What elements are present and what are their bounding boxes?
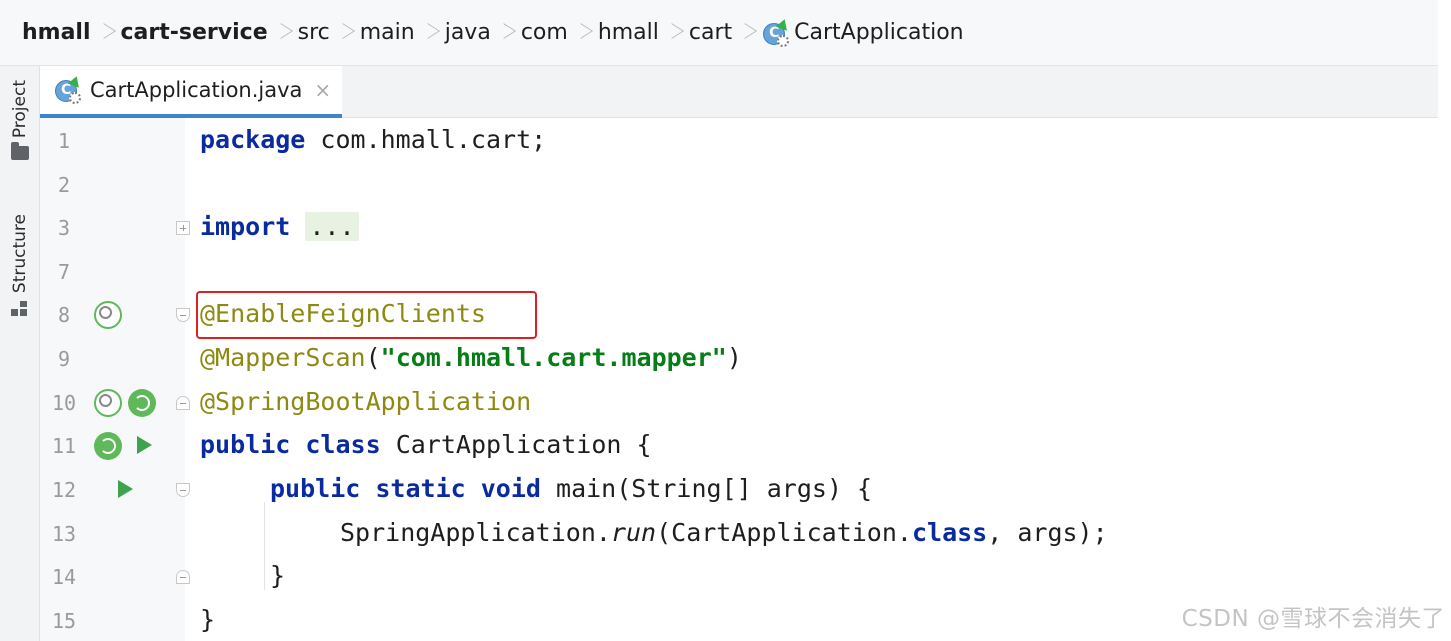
structure-tool-button[interactable]: Structure — [5, 214, 35, 317]
breadcrumb-separator-icon — [740, 19, 750, 47]
breadcrumb-item-hmall[interactable]: hmall — [22, 20, 91, 45]
code-line: 14 } — [40, 556, 1438, 600]
run-icon[interactable] — [137, 436, 152, 454]
folder-icon — [11, 142, 29, 161]
spring-bean-icon[interactable] — [94, 389, 122, 417]
fold-collapse-icon[interactable] — [176, 483, 190, 497]
code-editor[interactable]: 1 package com.hmall.cart; 2 3 import ...… — [40, 118, 1438, 641]
code-text: public class CartApplication { — [200, 430, 652, 459]
breadcrumb-separator-icon — [576, 19, 586, 47]
line-number: 11 — [51, 434, 77, 458]
tab-filename: CartApplication.java — [90, 78, 303, 102]
breadcrumb-item-com[interactable]: com — [521, 20, 568, 45]
left-tool-strip: Project Structure — [0, 66, 40, 641]
breadcrumb-separator-icon — [499, 19, 509, 47]
breadcrumb-item-cart-service[interactable]: cart-service — [121, 20, 268, 45]
fold-collapse-icon[interactable] — [176, 396, 190, 410]
editor-tab-bar: CartApplication.java × — [40, 66, 1438, 118]
spring-config-icon[interactable] — [128, 389, 156, 417]
line-number: 7 — [57, 260, 71, 284]
code-text: package com.hmall.cart; — [200, 125, 547, 154]
project-tool-button[interactable]: Project — [5, 80, 35, 161]
fold-collapse-icon[interactable] — [176, 308, 190, 322]
code-text: @MapperScan("com.hmall.cart.mapper") — [200, 343, 742, 372]
line-number: 8 — [57, 303, 71, 327]
code-line: 11 public class CartApplication { — [40, 425, 1438, 469]
fold-collapse-icon[interactable] — [176, 570, 190, 584]
code-text: @SpringBootApplication — [200, 387, 532, 416]
line-number: 12 — [51, 478, 77, 502]
code-line: 7 — [40, 251, 1438, 295]
structure-tool-label: Structure — [10, 214, 30, 294]
breadcrumb-separator-icon — [99, 19, 109, 47]
breadcrumb-item-cartapplication[interactable]: CartApplication — [762, 16, 964, 47]
line-number: 13 — [51, 522, 77, 546]
code-line: 13 SpringApplication.run(CartApplication… — [40, 513, 1438, 557]
code-line: 2 — [40, 164, 1438, 208]
project-tool-label: Project — [10, 80, 30, 139]
spring-class-icon[interactable] — [94, 432, 122, 460]
close-icon[interactable]: × — [314, 78, 331, 102]
code-text: SpringApplication.run(CartApplication.cl… — [340, 518, 1108, 547]
code-text: public static void main(String[] args) { — [270, 474, 873, 503]
line-number: 15 — [51, 609, 77, 633]
spring-class-icon — [762, 16, 791, 47]
code-text: import ... — [200, 212, 359, 241]
line-number: 2 — [57, 173, 71, 197]
code-line: 3 import ... — [40, 207, 1438, 251]
breadcrumb-separator-icon — [667, 19, 677, 47]
annotation-highlight-box — [196, 291, 537, 339]
code-text: } — [270, 561, 286, 590]
breadcrumb: hmall cart-service src main java com hma… — [0, 0, 1438, 66]
code-text: } — [200, 605, 216, 634]
line-number: 3 — [57, 216, 71, 240]
watermark: CSDN @雪球不会消失了 — [1181, 606, 1445, 632]
spring-class-icon — [54, 74, 83, 104]
breadcrumb-item-java[interactable]: java — [445, 20, 491, 45]
structure-icon — [11, 301, 29, 317]
line-number: 14 — [51, 565, 77, 589]
run-icon[interactable] — [118, 480, 133, 498]
line-number: 1 — [57, 129, 71, 153]
spring-bean-icon[interactable] — [94, 301, 122, 329]
code-line: 1 package com.hmall.cart; — [40, 120, 1438, 164]
breadcrumb-item-src[interactable]: src — [298, 20, 330, 45]
breadcrumb-item-cart[interactable]: cart — [689, 20, 732, 45]
breadcrumb-separator-icon — [423, 19, 433, 47]
tab-cartapplication-java[interactable]: CartApplication.java × — [40, 66, 342, 118]
breadcrumb-item-main[interactable]: main — [360, 20, 415, 45]
line-number: 9 — [57, 347, 71, 371]
folded-imports[interactable]: ... — [305, 212, 359, 241]
code-line: 12 public static void main(String[] args… — [40, 469, 1438, 513]
code-line: 10 @SpringBootApplication — [40, 382, 1438, 426]
line-number: 10 — [51, 391, 77, 415]
breadcrumb-separator-icon — [338, 19, 348, 47]
fold-expand-icon[interactable] — [176, 221, 190, 235]
breadcrumb-separator-icon — [276, 19, 286, 47]
breadcrumb-item-hmall-pkg[interactable]: hmall — [598, 20, 659, 45]
code-line: 9 @MapperScan("com.hmall.cart.mapper") — [40, 338, 1438, 382]
